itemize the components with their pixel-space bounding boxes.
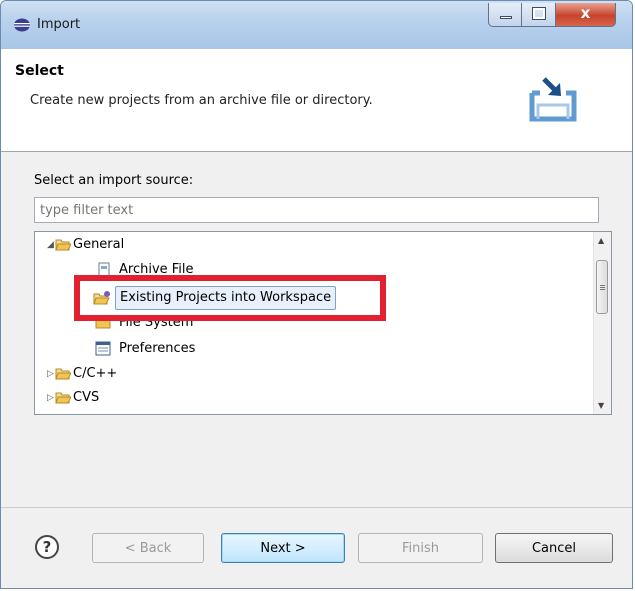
finish-button[interactable]: Finish [358, 533, 483, 563]
grip-icon [600, 285, 605, 286]
scroll-thumb[interactable] [596, 260, 608, 314]
close-button[interactable]: x [556, 3, 616, 27]
scroll-down-icon[interactable]: ▼ [598, 401, 604, 410]
page-title: Select [15, 63, 64, 79]
tree-item-label: C/C++ [73, 366, 118, 381]
help-button[interactable]: ? [35, 535, 59, 559]
filter-input[interactable] [34, 197, 599, 223]
tree-item-label: General [73, 237, 125, 252]
back-button[interactable]: < Back [92, 533, 204, 563]
preferences-icon [95, 341, 111, 356]
window-title: Import [37, 17, 81, 32]
eclipse-icon [14, 18, 30, 32]
tree-item-label: CVS [73, 390, 100, 405]
folder-icon [95, 317, 111, 329]
archive-file-icon [98, 262, 110, 278]
import-source-label: Select an import source: [34, 173, 194, 188]
close-icon: x [580, 4, 591, 22]
maximize-icon [532, 7, 546, 20]
tree-scrollbar[interactable]: ▲ ▼ [593, 232, 611, 414]
title-bar[interactable]: Import x [1, 1, 632, 49]
folder-open-icon [55, 239, 71, 251]
tree-item-label: Existing Projects into Workspace [115, 286, 337, 310]
expanded-arrow-icon[interactable]: ◢ [47, 234, 54, 256]
minimize-button[interactable] [488, 3, 522, 27]
maximize-button[interactable] [522, 3, 556, 27]
collapsed-arrow-icon[interactable]: ▷ [47, 387, 54, 409]
cancel-button[interactable]: Cancel [495, 533, 613, 563]
folder-open-icon [55, 368, 71, 380]
tree-item-label: Preferences [119, 341, 196, 356]
tree-item-label: File System [119, 315, 194, 330]
import-source-tree[interactable]: ◢ General Archive File Existing Projects… [34, 231, 612, 415]
minimize-icon [500, 16, 512, 19]
footer-divider [1, 507, 632, 508]
import-dialog: Import x Select Create new projects from… [0, 0, 633, 589]
scroll-up-icon[interactable]: ▲ [598, 236, 604, 245]
folder-open-icon [55, 392, 71, 404]
page-description: Create new projects from an archive file… [30, 93, 373, 108]
wizard-header: Select Create new projects from an archi… [1, 49, 632, 152]
tree-item-label: Archive File [119, 262, 194, 277]
project-folder-icon [93, 291, 110, 305]
import-wizard-icon [529, 77, 577, 122]
next-button[interactable]: Next > [221, 533, 345, 563]
collapsed-arrow-icon[interactable]: ▷ [47, 363, 54, 385]
